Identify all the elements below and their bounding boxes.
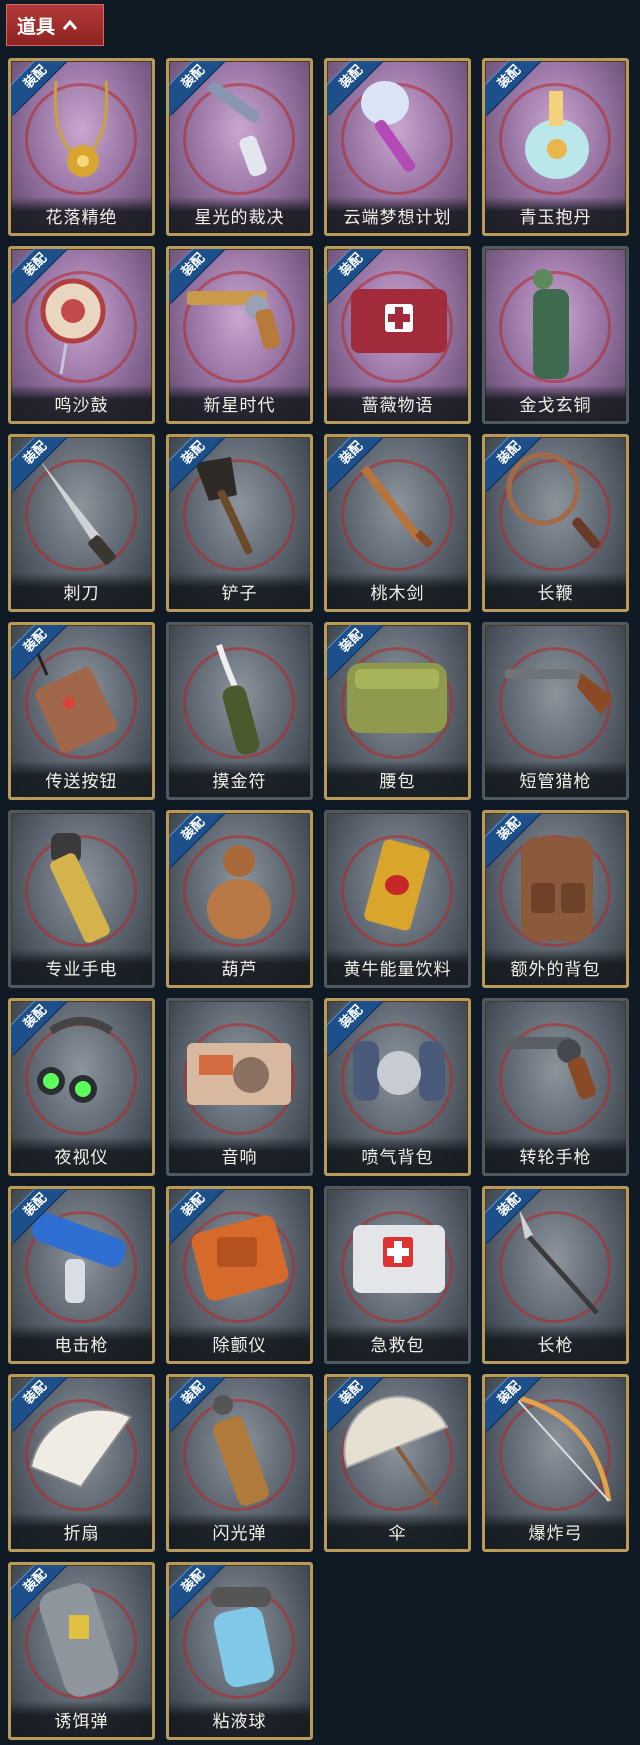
item-name: 除颤仪 xyxy=(169,1325,310,1361)
item-name: 诱饵弹 xyxy=(11,1701,152,1737)
item-name: 黄牛能量饮料 xyxy=(327,949,468,985)
item-name: 刺刀 xyxy=(11,573,152,609)
item-card[interactable]: 装配 星光的裁决 xyxy=(166,58,313,236)
item-name: 粘液球 xyxy=(169,1701,310,1737)
item-name: 摸金符 xyxy=(169,761,310,797)
item-name: 急救包 xyxy=(327,1325,468,1361)
item-card[interactable]: 装配 粘液球 xyxy=(166,1562,313,1740)
item-name: 蔷薇物语 xyxy=(327,385,468,421)
item-card[interactable]: 转轮手枪 xyxy=(482,998,629,1176)
item-card[interactable]: 装配 电击枪 xyxy=(8,1186,155,1364)
item-card[interactable]: 音响 xyxy=(166,998,313,1176)
item-card[interactable]: 黄牛能量饮料 xyxy=(324,810,471,988)
item-card[interactable]: 装配 长枪 xyxy=(482,1186,629,1364)
item-name: 星光的裁决 xyxy=(169,197,310,233)
item-card[interactable]: 装配 长鞭 xyxy=(482,434,629,612)
section-title: 道具 xyxy=(17,16,56,38)
item-card[interactable]: 装配 桃木剑 xyxy=(324,434,471,612)
sawed-off-shotgun-icon xyxy=(485,625,626,765)
item-card[interactable]: 装配 云端梦想计划 xyxy=(324,58,471,236)
item-name: 喷气背包 xyxy=(327,1137,468,1173)
item-name: 云端梦想计划 xyxy=(327,197,468,233)
item-name: 折扇 xyxy=(11,1513,152,1549)
item-name: 花落精绝 xyxy=(11,197,152,233)
item-name: 爆炸弓 xyxy=(485,1513,626,1549)
item-name: 电击枪 xyxy=(11,1325,152,1361)
item-card[interactable]: 短管猎枪 xyxy=(482,622,629,800)
item-name: 伞 xyxy=(327,1513,468,1549)
item-card[interactable]: 装配 诱饵弹 xyxy=(8,1562,155,1740)
flashlight-icon xyxy=(11,813,152,953)
item-card[interactable]: 摸金符 xyxy=(166,622,313,800)
item-name: 腰包 xyxy=(327,761,468,797)
item-card[interactable]: 装配 夜视仪 xyxy=(8,998,155,1176)
energy-drink-icon xyxy=(327,813,468,953)
item-grid: 装配 花落精绝 装配 星光的裁决 装配 云端梦想计划 装配 青玉抱丹 装配 鸣沙鼓 装配 新星时代 装配… xyxy=(8,58,629,1740)
item-card[interactable]: 金戈玄铜 xyxy=(482,246,629,424)
item-name: 转轮手枪 xyxy=(485,1137,626,1173)
item-card[interactable]: 装配 铲子 xyxy=(166,434,313,612)
item-card[interactable]: 装配伞 xyxy=(324,1374,471,1552)
item-name: 青玉抱丹 xyxy=(485,197,626,233)
item-card[interactable]: 装配 传送按钮 xyxy=(8,622,155,800)
item-card[interactable]: 装配 葫芦 xyxy=(166,810,313,988)
item-card[interactable]: 急救包 xyxy=(324,1186,471,1364)
item-card[interactable]: 装配 折扇 xyxy=(8,1374,155,1552)
item-card[interactable]: 装配 刺刀 xyxy=(8,434,155,612)
item-name: 夜视仪 xyxy=(11,1137,152,1173)
item-card[interactable]: 装配 除颤仪 xyxy=(166,1186,313,1364)
item-name: 额外的背包 xyxy=(485,949,626,985)
item-name: 铲子 xyxy=(169,573,310,609)
bronze-grenade-icon xyxy=(485,249,626,389)
item-card[interactable]: 装配 青玉抱丹 xyxy=(482,58,629,236)
item-name: 闪光弹 xyxy=(169,1513,310,1549)
revolver-icon xyxy=(485,1001,626,1141)
item-card[interactable]: 专业手电 xyxy=(8,810,155,988)
item-card[interactable]: 装配 闪光弹 xyxy=(166,1374,313,1552)
item-name: 长鞭 xyxy=(485,573,626,609)
section-header-items[interactable]: 道具 xyxy=(6,4,104,46)
item-card[interactable]: 装配 花落精绝 xyxy=(8,58,155,236)
item-name: 长枪 xyxy=(485,1325,626,1361)
item-name: 鸣沙鼓 xyxy=(11,385,152,421)
item-card[interactable]: 装配 额外的背包 xyxy=(482,810,629,988)
chevron-up-icon xyxy=(63,18,78,32)
item-name: 短管猎枪 xyxy=(485,761,626,797)
item-card[interactable]: 装配 鸣沙鼓 xyxy=(8,246,155,424)
first-aid-kit-icon xyxy=(327,1189,468,1329)
item-name: 金戈玄铜 xyxy=(485,385,626,421)
item-name: 传送按钮 xyxy=(11,761,152,797)
item-card[interactable]: 装配 爆炸弓 xyxy=(482,1374,629,1552)
item-card[interactable]: 装配 新星时代 xyxy=(166,246,313,424)
item-name: 桃木剑 xyxy=(327,573,468,609)
item-card[interactable]: 装配 喷气背包 xyxy=(324,998,471,1176)
item-name: 新星时代 xyxy=(169,385,310,421)
radio-icon xyxy=(169,1001,310,1141)
item-name: 音响 xyxy=(169,1137,310,1173)
item-name: 专业手电 xyxy=(11,949,152,985)
item-name: 葫芦 xyxy=(169,949,310,985)
item-card[interactable]: 装配 腰包 xyxy=(324,622,471,800)
talisman-icon xyxy=(169,625,310,765)
item-card[interactable]: 装配 蔷薇物语 xyxy=(324,246,471,424)
